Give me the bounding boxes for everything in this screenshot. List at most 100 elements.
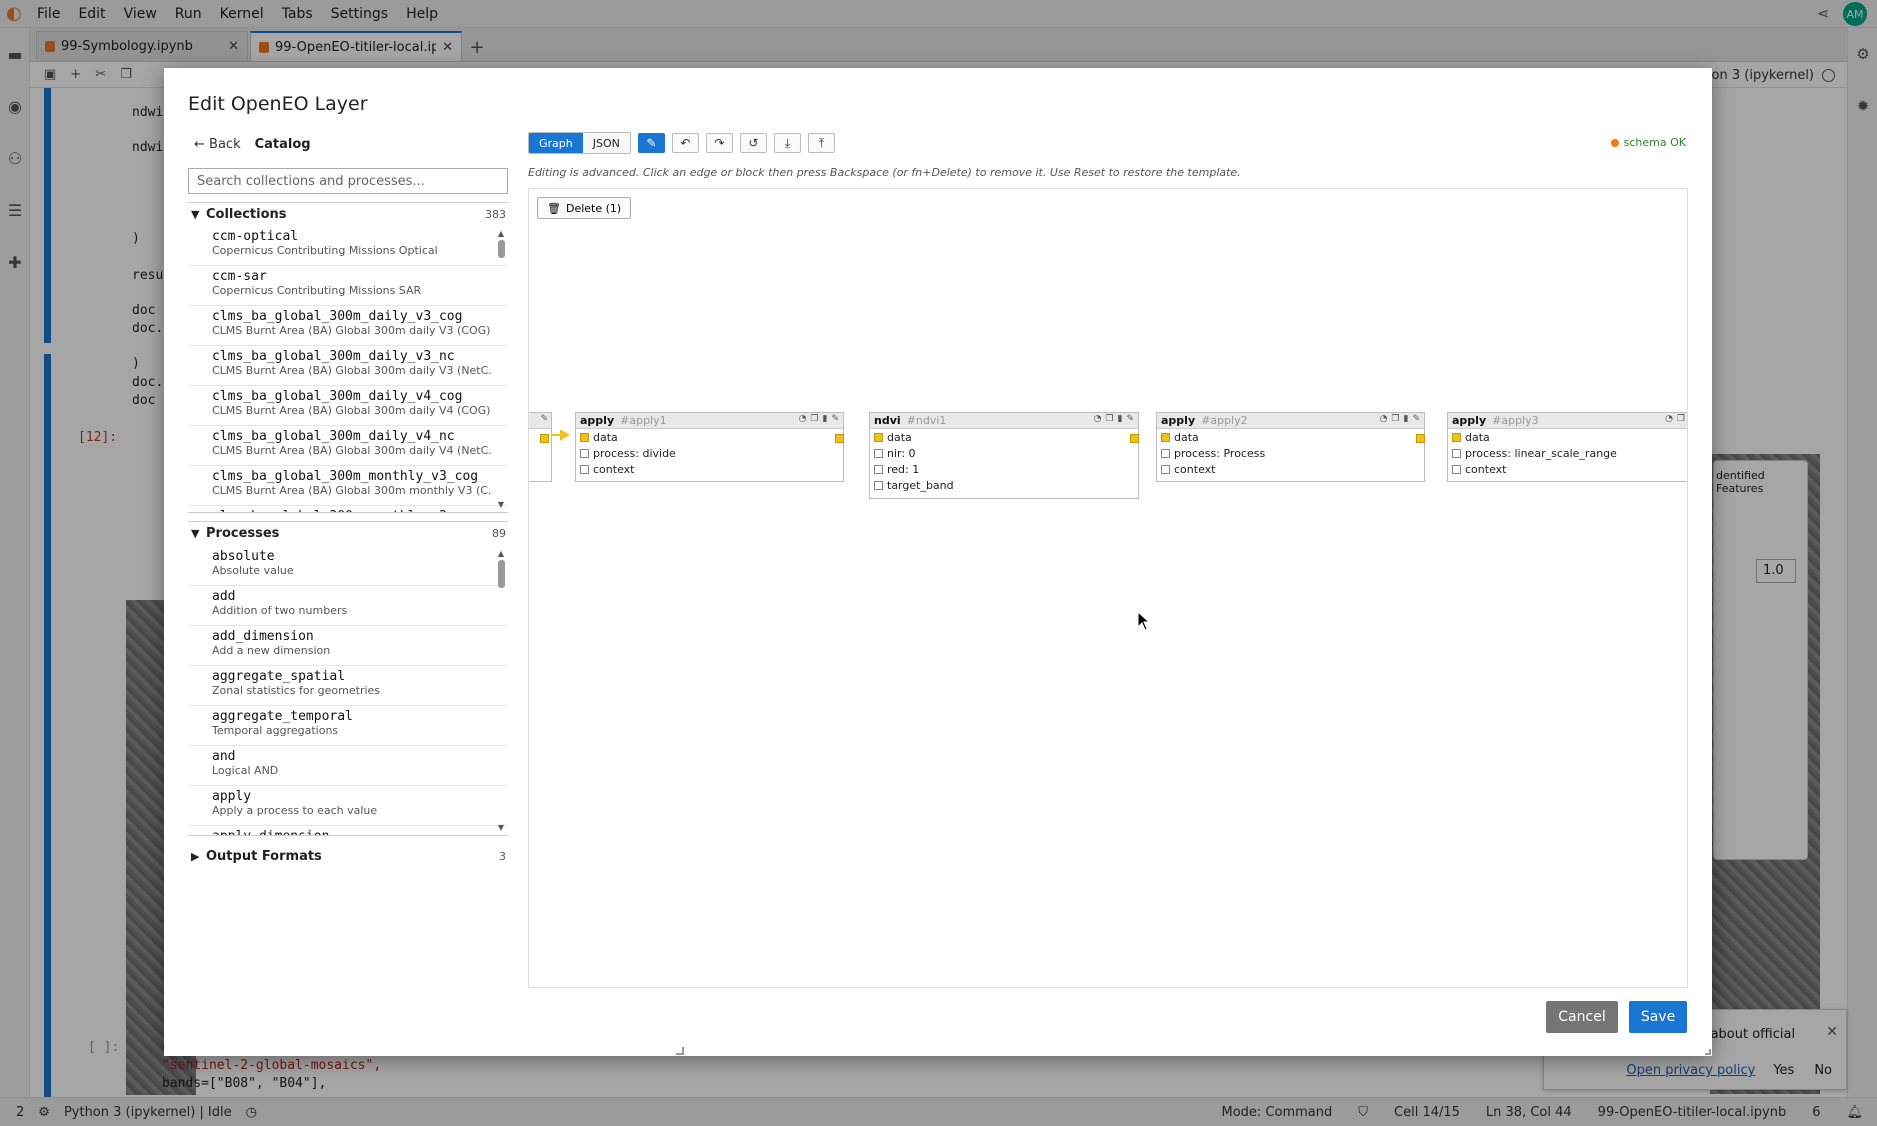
output-formats-section-header[interactable]: ▶ Output Formats 3	[188, 844, 508, 868]
list-item[interactable]: aggregate_temporal Temporal aggregations	[188, 706, 508, 746]
list-item[interactable]: add_dimension Add a new dimension	[188, 626, 508, 666]
edit-icon[interactable]: ✎	[540, 414, 548, 424]
scroll-up-icon[interactable]: ▲	[496, 228, 506, 240]
param-checkbox[interactable]	[874, 480, 883, 490]
download-icon[interactable]: ⤓	[773, 133, 801, 153]
node-param[interactable]: data	[1448, 429, 1687, 445]
duplicate-icon[interactable]: ❐	[810, 414, 818, 424]
list-item[interactable]: add Addition of two numbers	[188, 586, 508, 626]
input-port[interactable]	[1161, 432, 1170, 442]
back-button[interactable]: ← Back	[194, 137, 241, 152]
param-label: data	[1465, 430, 1490, 444]
output-port[interactable]	[835, 434, 844, 443]
processes-scrollbar[interactable]: ▲ ▼	[496, 548, 506, 834]
processes-section-header[interactable]: ▼ Processes 89	[188, 521, 508, 545]
node-param[interactable]: data	[576, 429, 843, 445]
node-param[interactable]: data	[1157, 429, 1424, 445]
collections-section-header[interactable]: ▼ Collections 383	[188, 202, 508, 226]
trash-icon[interactable]: ▮	[823, 414, 828, 424]
comment-icon[interactable]: ◔	[799, 414, 807, 424]
param-checkbox[interactable]	[580, 464, 589, 474]
save-button[interactable]: Save	[1629, 1001, 1687, 1033]
graph-node-apply3[interactable]: apply #apply3 ◔ ❐ data process: linear_s…	[1447, 412, 1687, 482]
redo-icon[interactable]: ↷	[705, 133, 733, 153]
list-item[interactable]: apply Apply a process to each value	[188, 786, 508, 826]
list-item[interactable]: apply_dimensionApply a process to all va…	[188, 826, 508, 835]
input-port[interactable]	[580, 432, 589, 442]
scroll-down-icon[interactable]: ▼	[496, 499, 506, 511]
node-title: ndvi	[874, 414, 901, 427]
list-item[interactable]: clms_ba_global_300m_daily_v4_cog CLMS Bur…	[188, 386, 508, 426]
list-item[interactable]: clms_ba_global_300m_monthly_v3_ncCLMS Bu…	[188, 506, 508, 512]
edit-icon[interactable]: ✎	[831, 414, 839, 424]
param-checkbox[interactable]	[1161, 464, 1170, 474]
param-checkbox[interactable]	[1161, 448, 1170, 458]
duplicate-icon[interactable]: ❐	[1105, 414, 1113, 424]
scroll-thumb[interactable]	[497, 240, 505, 258]
param-checkbox[interactable]	[580, 448, 589, 458]
comment-icon[interactable]: ◔	[1380, 414, 1388, 424]
param-checkbox[interactable]	[1452, 464, 1461, 474]
node-param[interactable]: data	[870, 429, 1138, 445]
list-item[interactable]: clms_ba_global_300m_monthly_v3_cog CLMS B…	[188, 466, 508, 506]
graph-canvas[interactable]: 🗑︎ Delete (1) ✎ apply #apply1 ◔ ❐ ▮ ✎ da…	[528, 188, 1688, 988]
node-param[interactable]: context	[1448, 461, 1687, 477]
item-description: Temporal aggregations	[212, 724, 339, 737]
scroll-up-icon[interactable]: ▲	[496, 548, 506, 560]
list-item[interactable]: clms_ba_global_300m_daily_v3_cog CLMS Bur…	[188, 306, 508, 346]
json-view-button[interactable]: JSON	[582, 133, 630, 153]
node-param[interactable]: nir: 0	[870, 445, 1138, 461]
duplicate-icon[interactable]: ❐	[1677, 414, 1685, 424]
input-port[interactable]	[1452, 432, 1461, 442]
list-item[interactable]: and Logical AND	[188, 746, 508, 786]
list-item[interactable]: aggregate_spatial Zonal statistics for ge…	[188, 666, 508, 706]
edit-icon[interactable]: ✎	[1412, 414, 1420, 424]
node-param[interactable]: context	[1157, 461, 1424, 477]
graph-node-ndvi1[interactable]: ndvi #ndvi1 ◔ ❐ ▮ ✎ data nir: 0 red: 1 t…	[869, 412, 1139, 499]
edit-icon[interactable]: ✎	[1126, 414, 1134, 424]
output-port[interactable]	[1416, 434, 1425, 443]
param-checkbox[interactable]	[874, 464, 883, 474]
output-port[interactable]	[540, 434, 549, 443]
triangle-down-icon: ▼	[191, 527, 200, 540]
node-param[interactable]: red: 1	[870, 461, 1138, 477]
cancel-button[interactable]: Cancel	[1546, 1001, 1618, 1033]
output-port[interactable]	[1130, 434, 1139, 443]
list-item[interactable]: clms_ba_global_300m_daily_v4_nc CLMS Burn…	[188, 426, 508, 466]
duplicate-icon[interactable]: ❐	[1391, 414, 1399, 424]
undo-icon[interactable]: ↶	[671, 133, 699, 153]
graph-node-apply2[interactable]: apply #apply2 ◔ ❐ ▮ ✎ data process: Proc…	[1156, 412, 1425, 482]
trash-icon[interactable]: ▮	[1404, 414, 1409, 424]
comment-icon[interactable]: ◔	[1094, 414, 1102, 424]
node-param[interactable]: context	[576, 461, 843, 477]
catalog-search-input[interactable]	[188, 168, 508, 194]
item-description: CLMS Burnt Area (BA) Global 300m daily V…	[212, 444, 492, 457]
list-item[interactable]: ccm-optical Copernicus Contributing Missi…	[188, 226, 508, 266]
pencil-icon[interactable]: ✎	[637, 133, 665, 153]
graph-view-button[interactable]: Graph	[529, 133, 583, 153]
graph-node-apply1[interactable]: apply #apply1 ◔ ❐ ▮ ✎ data process: divi…	[575, 412, 844, 482]
mouse-cursor-icon	[1137, 611, 1151, 631]
node-param[interactable]: process: divide	[576, 445, 843, 461]
scroll-thumb[interactable]	[497, 560, 505, 588]
trash-icon[interactable]: ▮	[1118, 414, 1123, 424]
collections-scrollbar[interactable]: ▲ ▼	[496, 228, 506, 511]
node-param[interactable]: process: linear_scale_range	[1448, 445, 1687, 461]
node-param[interactable]: target_band	[870, 477, 1138, 493]
list-item[interactable]: absolute Absolute value	[188, 546, 508, 586]
comment-icon[interactable]: ◔	[1665, 414, 1673, 424]
scroll-down-icon[interactable]: ▼	[496, 822, 506, 834]
param-label: process: divide	[593, 446, 676, 460]
input-port[interactable]	[874, 432, 883, 442]
upload-icon[interactable]: ⤒	[807, 133, 835, 153]
dialog-resize-handle[interactable]	[1705, 1049, 1711, 1055]
output-formats-title: Output Formats	[206, 848, 322, 864]
node-param[interactable]: process: Process	[1157, 445, 1424, 461]
param-checkbox[interactable]	[1452, 448, 1461, 458]
pane-resize-handle[interactable]	[676, 1047, 684, 1055]
param-checkbox[interactable]	[874, 448, 883, 458]
list-item[interactable]: ccm-sar Copernicus Contributing Missions …	[188, 266, 508, 306]
reset-icon[interactable]: ↺	[739, 133, 767, 153]
list-item[interactable]: clms_ba_global_300m_daily_v3_nc CLMS Burn…	[188, 346, 508, 386]
graph-node-partial[interactable]: ✎	[529, 412, 552, 482]
